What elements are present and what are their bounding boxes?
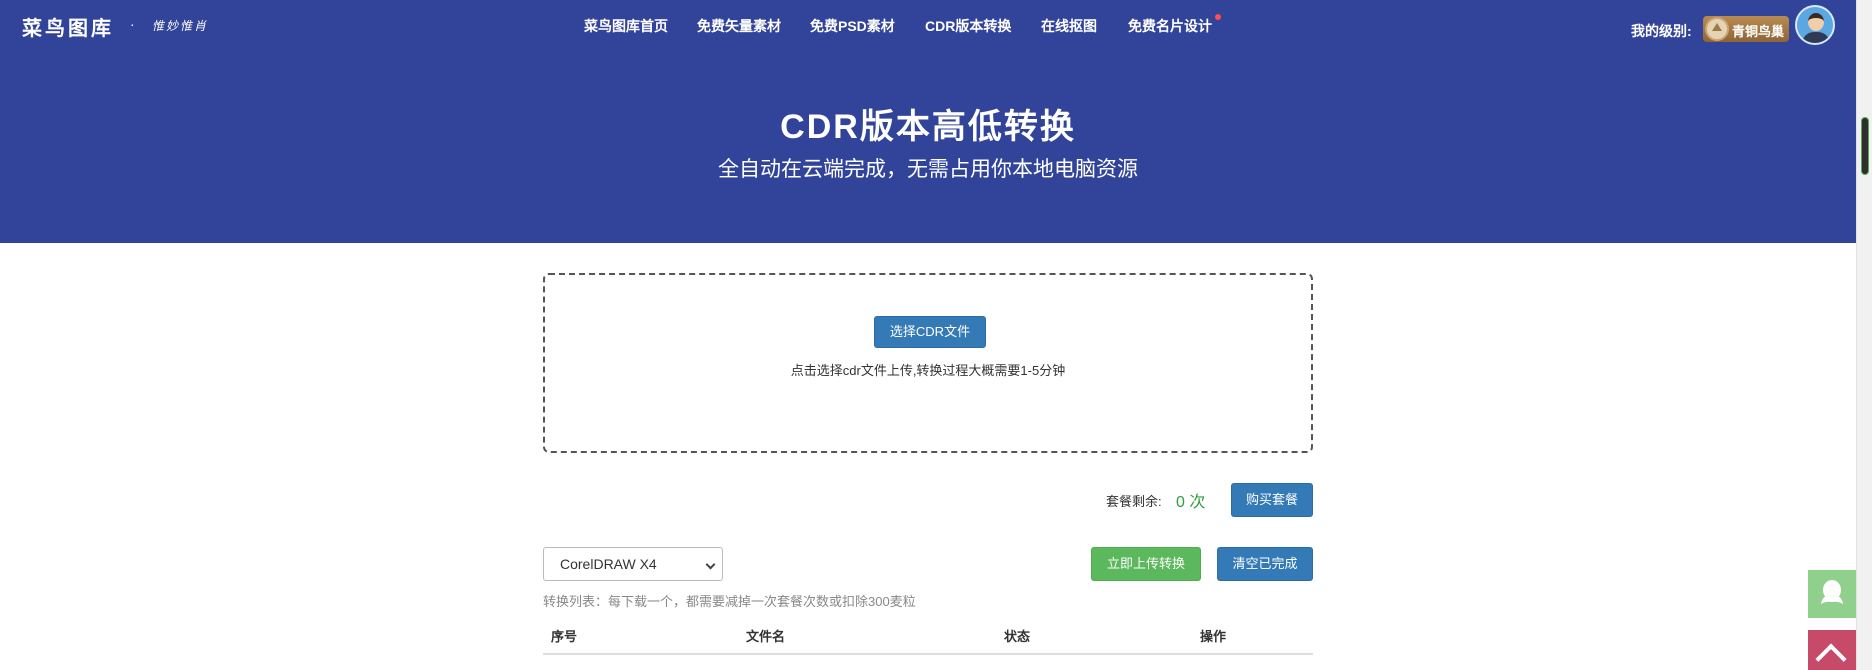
avatar-head bbox=[1808, 13, 1824, 31]
page-scrollbar[interactable] bbox=[1856, 0, 1872, 670]
bronze-nest-icon bbox=[1705, 17, 1729, 41]
chevron-up-icon bbox=[1815, 643, 1847, 670]
column-header-index: 序号 bbox=[551, 629, 578, 644]
upload-hint: 点击选择cdr文件上传,转换过程大概需要1-5分钟 bbox=[790, 363, 1066, 378]
chevron-down-icon bbox=[705, 559, 716, 570]
qq-contact-button[interactable] bbox=[1808, 570, 1856, 618]
clear-completed-button[interactable]: 清空已完成 bbox=[1217, 547, 1313, 581]
quota-label: 套餐剩余: bbox=[1106, 494, 1162, 509]
avatar-body bbox=[1802, 32, 1830, 43]
nav-item-card-design-label: 免费名片设计 bbox=[1128, 18, 1212, 34]
qq-icon bbox=[1821, 580, 1843, 604]
main-nav: 菜鸟图库首页 免费矢量素材 免费PSD素材 CDR版本转换 在线抠图 免费名片设… bbox=[0, 14, 1856, 38]
list-hint: 转换列表：每下载一个，都需要减掉一次套餐次数或扣除300麦粒 bbox=[543, 594, 916, 609]
column-header-actions: 操作 bbox=[1200, 629, 1227, 644]
nav-item-vector[interactable]: 免费矢量素材 bbox=[697, 16, 781, 36]
choose-cdr-file-button[interactable]: 选择CDR文件 bbox=[874, 316, 986, 348]
nav-item-home[interactable]: 菜鸟图库首页 bbox=[584, 16, 668, 36]
upload-dropzone[interactable]: 选择CDR文件 点击选择cdr文件上传,转换过程大概需要1-5分钟 bbox=[543, 273, 1313, 453]
buy-package-button[interactable]: 购买套餐 bbox=[1231, 483, 1313, 517]
page-title: CDR版本高低转换 bbox=[780, 108, 1076, 146]
scrollbar-thumb[interactable] bbox=[1861, 117, 1869, 175]
conversion-table-header: 序号 文件名 状态 操作 bbox=[543, 622, 1313, 655]
upload-convert-button[interactable]: 立即上传转换 bbox=[1091, 547, 1201, 581]
nav-item-card-design[interactable]: 免费名片设计 bbox=[1128, 14, 1221, 36]
hero-banner: 菜鸟图库 · 惟妙惟肖 菜鸟图库首页 免费矢量素材 免费PSD素材 CDR版本转… bbox=[0, 0, 1856, 243]
page-subtitle: 全自动在云端完成，无需占用你本地电脑资源 bbox=[718, 158, 1138, 181]
level-label: 我的级别: bbox=[1631, 23, 1692, 39]
nav-item-cdr-convert[interactable]: CDR版本转换 bbox=[925, 16, 1011, 36]
version-select[interactable]: CorelDRAW X4 bbox=[543, 547, 723, 581]
nav-item-psd[interactable]: 免费PSD素材 bbox=[810, 16, 895, 36]
quota-value: 0 次 bbox=[1176, 494, 1206, 511]
level-badge-text: 青铜鸟巢 bbox=[1732, 24, 1785, 39]
user-avatar[interactable] bbox=[1795, 5, 1835, 45]
level-badge[interactable]: 青铜鸟巢 bbox=[1703, 16, 1789, 42]
back-to-top-button[interactable] bbox=[1808, 630, 1856, 670]
version-select-value: CorelDRAW X4 bbox=[560, 556, 657, 572]
column-header-filename: 文件名 bbox=[746, 629, 786, 644]
nav-item-cutout[interactable]: 在线抠图 bbox=[1041, 16, 1097, 36]
new-dot-icon bbox=[1215, 14, 1221, 20]
column-header-status: 状态 bbox=[1004, 629, 1031, 644]
